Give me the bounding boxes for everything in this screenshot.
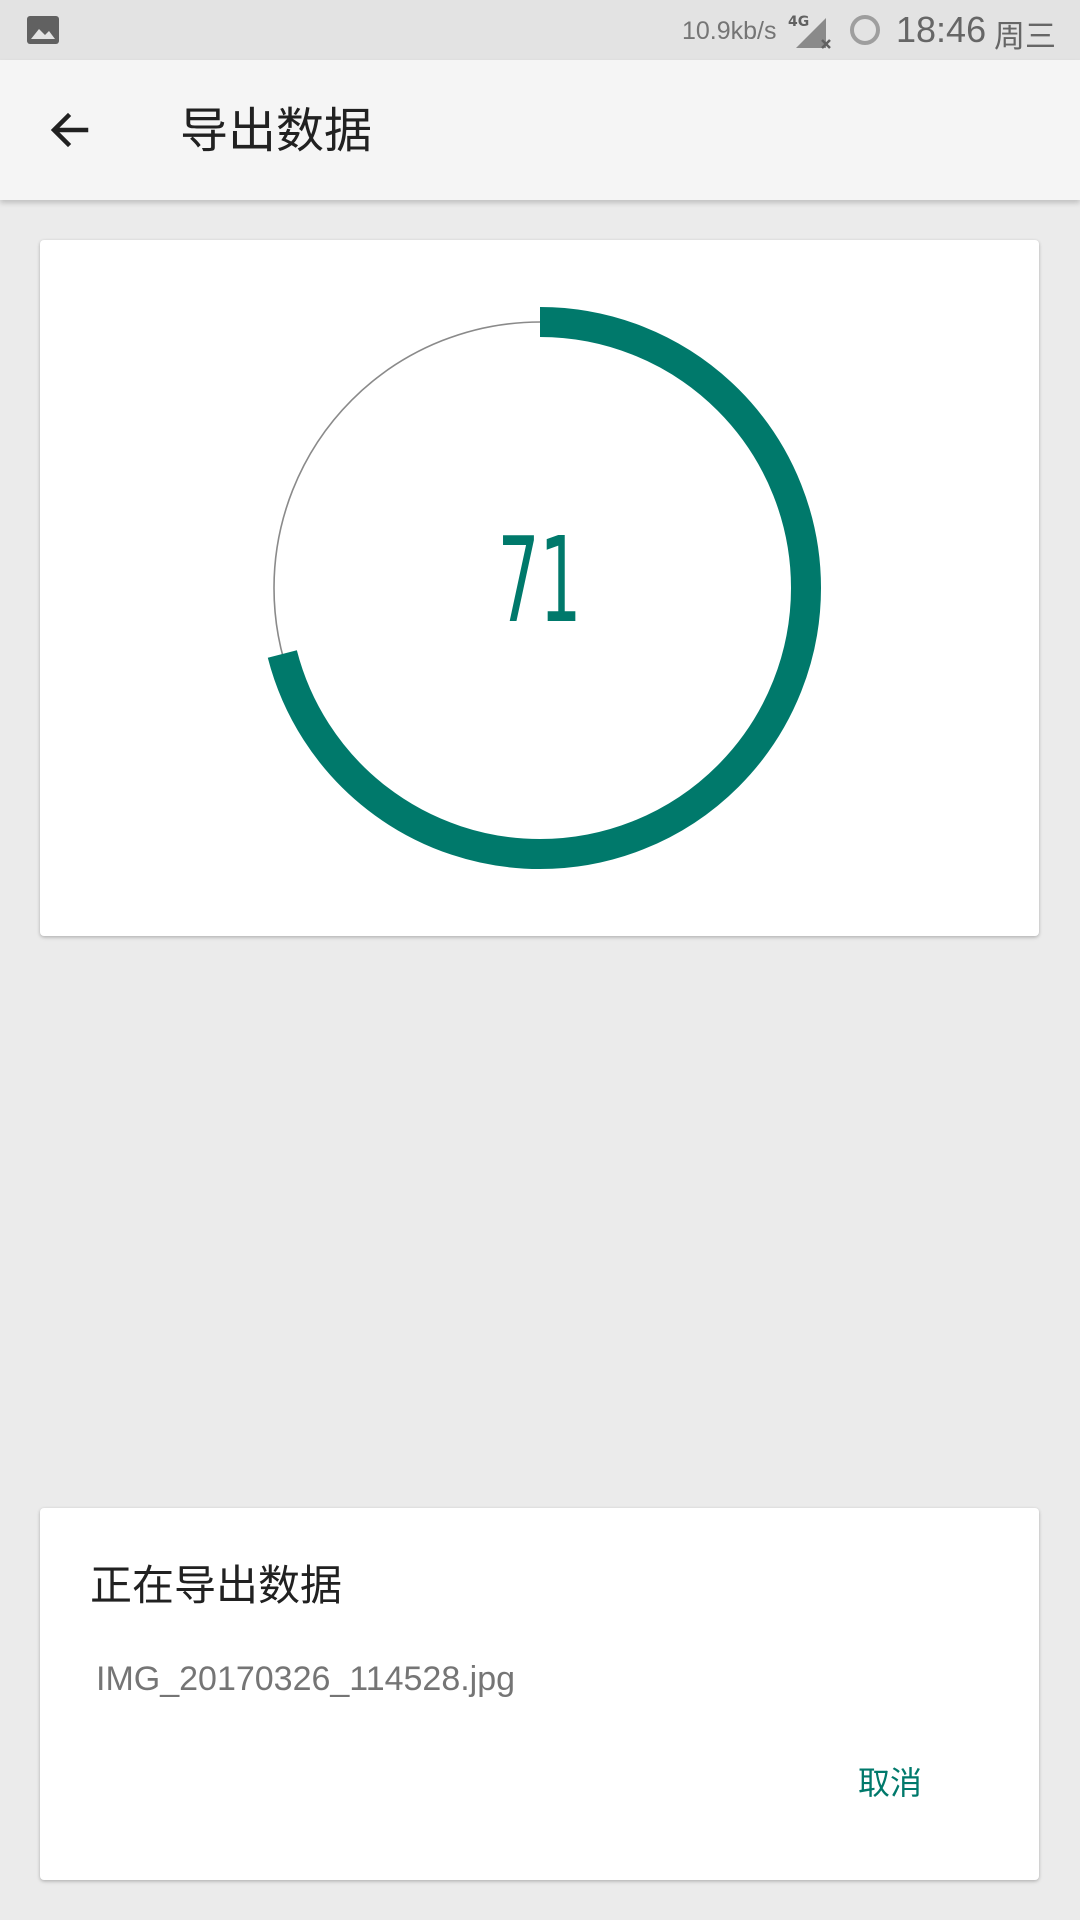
status-bar: 10.9kb/s 4G 18:46 周三 xyxy=(0,0,1080,60)
gallery-icon xyxy=(27,16,59,44)
back-button[interactable] xyxy=(28,94,112,166)
page-title: 导出数据 xyxy=(180,103,373,159)
export-dialog: 正在导出数据 IMG_20170326_114528.jpg 取消 xyxy=(40,1508,1039,1880)
clock-time: 18:46 xyxy=(896,9,987,50)
loading-ring-icon xyxy=(850,15,880,45)
signal-4g-icon: 4G xyxy=(788,14,831,49)
svg-text:4G: 4G xyxy=(788,14,809,30)
app-bar: 导出数据 xyxy=(0,60,1080,200)
clock-day: 周三 xyxy=(994,19,1056,55)
current-filename: IMG_20170326_114528.jpg xyxy=(96,1660,516,1698)
arrow-left-icon xyxy=(50,112,89,148)
progress-card: 71 xyxy=(40,240,1039,936)
network-speed: 10.9kb/s xyxy=(682,17,777,45)
dialog-title: 正在导出数据 xyxy=(90,1561,343,1610)
progress-value: 71 xyxy=(497,511,582,649)
cancel-button[interactable]: 取消 xyxy=(830,1746,950,1816)
